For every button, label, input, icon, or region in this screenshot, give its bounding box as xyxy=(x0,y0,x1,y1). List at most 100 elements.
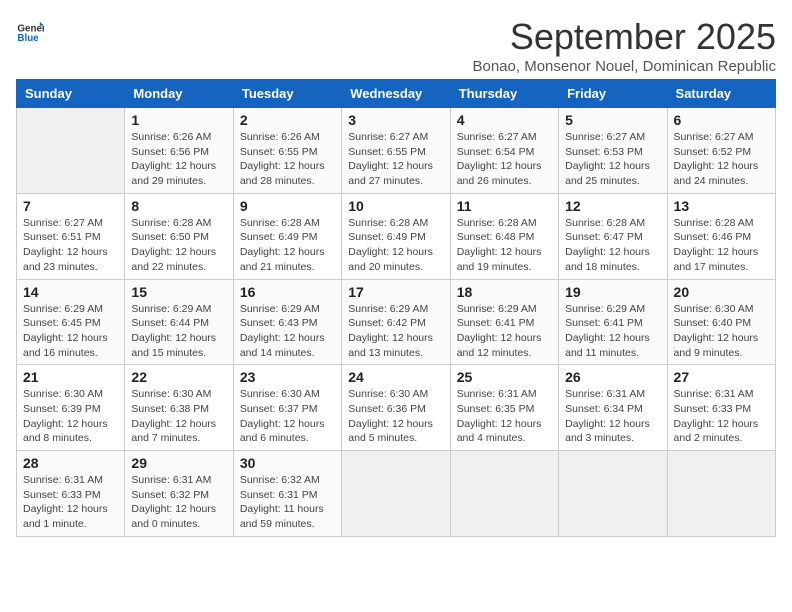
day-number: 4 xyxy=(457,112,552,128)
calendar-cell: 10 Sunrise: 6:28 AM Sunset: 6:49 PM Dayli… xyxy=(342,193,450,279)
day-number: 24 xyxy=(348,369,443,385)
day-number: 23 xyxy=(240,369,335,385)
calendar-cell: 6 Sunrise: 6:27 AM Sunset: 6:52 PM Daylig… xyxy=(667,108,775,194)
calendar-week-1: 1 Sunrise: 6:26 AM Sunset: 6:56 PM Daylig… xyxy=(17,108,776,194)
day-info: Sunrise: 6:29 AM Sunset: 6:44 PM Dayligh… xyxy=(131,302,226,361)
day-info: Sunrise: 6:31 AM Sunset: 6:34 PM Dayligh… xyxy=(565,387,660,446)
calendar-cell: 14Sunrise: 6:29 AM Sunset: 6:45 PM Dayli… xyxy=(17,279,125,365)
day-number: 21 xyxy=(23,369,118,385)
day-info: Sunrise: 6:31 AM Sunset: 6:32 PM Dayligh… xyxy=(131,473,226,532)
day-info: Sunrise: 6:27 AM Sunset: 6:53 PM Dayligh… xyxy=(565,130,660,189)
day-info: Sunrise: 6:29 AM Sunset: 6:41 PM Dayligh… xyxy=(457,302,552,361)
day-number: 11 xyxy=(457,198,552,214)
calendar-cell xyxy=(342,451,450,537)
day-info: Sunrise: 6:27 AM Sunset: 6:51 PM Dayligh… xyxy=(23,216,118,275)
calendar-table: Sunday Monday Tuesday Wednesday Thursday… xyxy=(16,79,776,537)
day-info: Sunrise: 6:31 AM Sunset: 6:33 PM Dayligh… xyxy=(23,473,118,532)
calendar-week-3: 14Sunrise: 6:29 AM Sunset: 6:45 PM Dayli… xyxy=(17,279,776,365)
calendar-cell: 17 Sunrise: 6:29 AM Sunset: 6:42 PM Dayli… xyxy=(342,279,450,365)
col-sunday: Sunday xyxy=(17,80,125,108)
day-info: Sunrise: 6:28 AM Sunset: 6:50 PM Dayligh… xyxy=(131,216,226,275)
calendar-cell: 26 Sunrise: 6:31 AM Sunset: 6:34 PM Dayli… xyxy=(559,365,667,451)
day-number: 17 xyxy=(348,284,443,300)
calendar-cell: 20 Sunrise: 6:30 AM Sunset: 6:40 PM Dayli… xyxy=(667,279,775,365)
day-number: 2 xyxy=(240,112,335,128)
day-info: Sunrise: 6:30 AM Sunset: 6:39 PM Dayligh… xyxy=(23,387,118,446)
calendar-cell: 15 Sunrise: 6:29 AM Sunset: 6:44 PM Dayli… xyxy=(125,279,233,365)
calendar-week-4: 21 Sunrise: 6:30 AM Sunset: 6:39 PM Dayli… xyxy=(17,365,776,451)
day-info: Sunrise: 6:28 AM Sunset: 6:49 PM Dayligh… xyxy=(348,216,443,275)
day-number: 28 xyxy=(23,455,118,471)
calendar-cell: 12Sunrise: 6:28 AM Sunset: 6:47 PM Dayli… xyxy=(559,193,667,279)
calendar-cell: 3Sunrise: 6:27 AM Sunset: 6:55 PM Daylig… xyxy=(342,108,450,194)
day-info: Sunrise: 6:26 AM Sunset: 6:56 PM Dayligh… xyxy=(131,130,226,189)
day-info: Sunrise: 6:31 AM Sunset: 6:33 PM Dayligh… xyxy=(674,387,769,446)
day-info: Sunrise: 6:30 AM Sunset: 6:40 PM Dayligh… xyxy=(674,302,769,361)
calendar-cell: 18 Sunrise: 6:29 AM Sunset: 6:41 PM Dayli… xyxy=(450,279,558,365)
day-number: 9 xyxy=(240,198,335,214)
calendar-cell: 30Sunrise: 6:32 AM Sunset: 6:31 PM Dayli… xyxy=(233,451,341,537)
day-number: 6 xyxy=(674,112,769,128)
calendar-cell xyxy=(450,451,558,537)
day-info: Sunrise: 6:30 AM Sunset: 6:37 PM Dayligh… xyxy=(240,387,335,446)
day-number: 10 xyxy=(348,198,443,214)
calendar-cell: 13 Sunrise: 6:28 AM Sunset: 6:46 PM Dayli… xyxy=(667,193,775,279)
day-number: 8 xyxy=(131,198,226,214)
day-info: Sunrise: 6:30 AM Sunset: 6:36 PM Dayligh… xyxy=(348,387,443,446)
calendar-cell: 25 Sunrise: 6:31 AM Sunset: 6:35 PM Dayli… xyxy=(450,365,558,451)
col-monday: Monday xyxy=(125,80,233,108)
day-number: 7 xyxy=(23,198,118,214)
calendar-cell: 2 Sunrise: 6:26 AM Sunset: 6:55 PM Daylig… xyxy=(233,108,341,194)
day-info: Sunrise: 6:28 AM Sunset: 6:46 PM Dayligh… xyxy=(674,216,769,275)
calendar-cell: 8 Sunrise: 6:28 AM Sunset: 6:50 PM Daylig… xyxy=(125,193,233,279)
day-info: Sunrise: 6:27 AM Sunset: 6:52 PM Dayligh… xyxy=(674,130,769,189)
day-info: Sunrise: 6:30 AM Sunset: 6:38 PM Dayligh… xyxy=(131,387,226,446)
calendar-cell: 19 Sunrise: 6:29 AM Sunset: 6:41 PM Dayli… xyxy=(559,279,667,365)
logo-icon: General Blue xyxy=(16,16,44,44)
day-number: 25 xyxy=(457,369,552,385)
day-info: Sunrise: 6:28 AM Sunset: 6:48 PM Dayligh… xyxy=(457,216,552,275)
day-number: 5 xyxy=(565,112,660,128)
col-saturday: Saturday xyxy=(667,80,775,108)
calendar-cell: 24 Sunrise: 6:30 AM Sunset: 6:36 PM Dayli… xyxy=(342,365,450,451)
day-number: 20 xyxy=(674,284,769,300)
calendar-cell: 16Sunrise: 6:29 AM Sunset: 6:43 PM Dayli… xyxy=(233,279,341,365)
calendar-subtitle: Bonao, Monsenor Nouel, Dominican Republi… xyxy=(472,58,776,75)
day-info: Sunrise: 6:29 AM Sunset: 6:42 PM Dayligh… xyxy=(348,302,443,361)
day-info: Sunrise: 6:27 AM Sunset: 6:54 PM Dayligh… xyxy=(457,130,552,189)
header-row: Sunday Monday Tuesday Wednesday Thursday… xyxy=(17,80,776,108)
day-number: 19 xyxy=(565,284,660,300)
day-number: 29 xyxy=(131,455,226,471)
day-info: Sunrise: 6:27 AM Sunset: 6:55 PM Dayligh… xyxy=(348,130,443,189)
calendar-cell: 23 Sunrise: 6:30 AM Sunset: 6:37 PM Dayli… xyxy=(233,365,341,451)
calendar-cell: 7 Sunrise: 6:27 AM Sunset: 6:51 PM Daylig… xyxy=(17,193,125,279)
calendar-cell: 5 Sunrise: 6:27 AM Sunset: 6:53 PM Daylig… xyxy=(559,108,667,194)
svg-text:Blue: Blue xyxy=(17,33,39,44)
day-number: 13 xyxy=(674,198,769,214)
day-info: Sunrise: 6:26 AM Sunset: 6:55 PM Dayligh… xyxy=(240,130,335,189)
day-number: 14 xyxy=(23,284,118,300)
day-number: 30 xyxy=(240,455,335,471)
day-number: 26 xyxy=(565,369,660,385)
day-number: 18 xyxy=(457,284,552,300)
day-info: Sunrise: 6:28 AM Sunset: 6:47 PM Dayligh… xyxy=(565,216,660,275)
day-number: 27 xyxy=(674,369,769,385)
day-number: 16 xyxy=(240,284,335,300)
calendar-cell: 9Sunrise: 6:28 AM Sunset: 6:49 PM Daylig… xyxy=(233,193,341,279)
day-number: 15 xyxy=(131,284,226,300)
calendar-cell xyxy=(17,108,125,194)
calendar-cell: 11 Sunrise: 6:28 AM Sunset: 6:48 PM Dayli… xyxy=(450,193,558,279)
calendar-cell: 28 Sunrise: 6:31 AM Sunset: 6:33 PM Dayli… xyxy=(17,451,125,537)
header: General Blue September 2025 Bonao, Monse… xyxy=(16,16,776,75)
col-tuesday: Tuesday xyxy=(233,80,341,108)
day-info: Sunrise: 6:29 AM Sunset: 6:41 PM Dayligh… xyxy=(565,302,660,361)
day-number: 1 xyxy=(131,112,226,128)
calendar-title: September 2025 xyxy=(472,16,776,58)
calendar-cell: 22Sunrise: 6:30 AM Sunset: 6:38 PM Dayli… xyxy=(125,365,233,451)
calendar-cell: 29 Sunrise: 6:31 AM Sunset: 6:32 PM Dayli… xyxy=(125,451,233,537)
calendar-cell: 27 Sunrise: 6:31 AM Sunset: 6:33 PM Dayli… xyxy=(667,365,775,451)
calendar-cell xyxy=(559,451,667,537)
calendar-cell xyxy=(667,451,775,537)
col-wednesday: Wednesday xyxy=(342,80,450,108)
day-info: Sunrise: 6:31 AM Sunset: 6:35 PM Dayligh… xyxy=(457,387,552,446)
